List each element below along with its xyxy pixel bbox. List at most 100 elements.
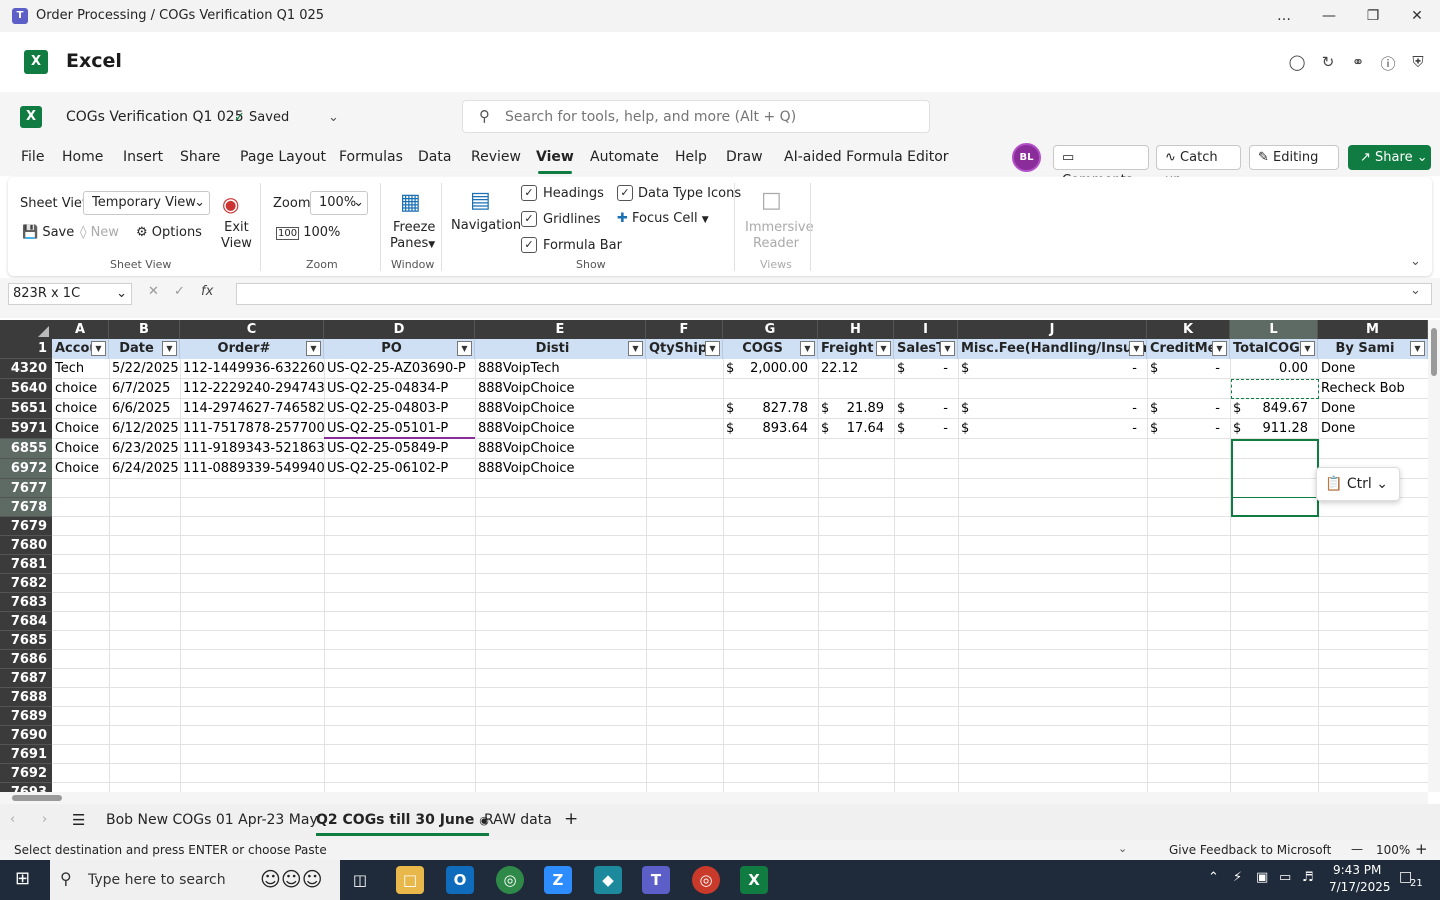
search-box[interactable]: ⚲ bbox=[462, 100, 930, 133]
immersive-reader-button[interactable]: Immersive bbox=[745, 220, 814, 235]
save-status[interactable]: ✓ Saved bbox=[234, 110, 289, 125]
cell-g[interactable] bbox=[723, 439, 818, 459]
cell-b[interactable]: 6/23/2025 bbox=[109, 439, 180, 459]
filter-dropdown-icon[interactable]: ▼ bbox=[1410, 341, 1425, 356]
cell-j[interactable] bbox=[958, 459, 1147, 479]
maximize-button[interactable]: ❐ bbox=[1357, 4, 1389, 28]
cell-m[interactable]: Done bbox=[1318, 419, 1428, 439]
row-header[interactable]: 7685 bbox=[0, 631, 52, 650]
tray-battery-icon[interactable]: ⚡ bbox=[1233, 870, 1242, 885]
zoom-in-button[interactable]: + bbox=[1415, 840, 1428, 858]
freeze-panes-button[interactable]: Freeze bbox=[393, 220, 435, 235]
cell-a[interactable]: Choice bbox=[52, 459, 109, 479]
cell-c[interactable]: 111-7517878-2577000 bbox=[180, 419, 324, 439]
info-icon[interactable]: ⓘ bbox=[1378, 53, 1398, 73]
filter-dropdown-icon[interactable]: ▼ bbox=[1300, 341, 1315, 356]
cell-a[interactable]: Choice bbox=[52, 419, 109, 439]
cell-c[interactable]: 114-2974627-7465829 bbox=[180, 399, 324, 419]
more-options-button[interactable]: … bbox=[1268, 4, 1300, 28]
freeze-panes-icon[interactable]: ▦ bbox=[400, 190, 421, 215]
gridlines-checkbox[interactable]: ✓ bbox=[521, 211, 537, 227]
column-header-l[interactable]: L bbox=[1230, 320, 1318, 339]
cell-a[interactable]: Choice bbox=[52, 439, 109, 459]
row-header[interactable]: 5640 bbox=[0, 379, 52, 399]
row-header[interactable]: 7677 bbox=[0, 479, 52, 498]
cell-i[interactable]: - bbox=[894, 419, 958, 439]
row-header[interactable]: 7691 bbox=[0, 745, 52, 764]
tab-automate[interactable]: Automate bbox=[590, 149, 659, 165]
column-header-j[interactable]: J bbox=[958, 320, 1147, 339]
row-header[interactable]: 7687 bbox=[0, 669, 52, 688]
chrome-profile-icon[interactable]: ◎ bbox=[692, 866, 720, 894]
row-header[interactable]: 7689 bbox=[0, 707, 52, 726]
link-icon[interactable]: ⚭ bbox=[1348, 53, 1368, 73]
row-header[interactable]: 1 bbox=[0, 339, 52, 359]
cell-l[interactable]: 911.28 bbox=[1230, 419, 1318, 439]
cell-c[interactable]: 112-1449936-6322606 bbox=[180, 359, 324, 379]
cell-f[interactable] bbox=[646, 399, 723, 419]
cell-e[interactable]: 888VoipTech bbox=[475, 359, 646, 379]
cell-h[interactable]: 22.12 bbox=[818, 359, 894, 379]
row-header[interactable]: 7684 bbox=[0, 612, 52, 631]
cell-l[interactable]: 0.00 bbox=[1230, 359, 1318, 379]
cell-h[interactable] bbox=[818, 379, 894, 399]
tab-draw[interactable]: Draw bbox=[726, 149, 763, 165]
formula-bar-checkbox[interactable]: ✓ bbox=[521, 237, 537, 253]
row-header[interactable]: 7680 bbox=[0, 536, 52, 555]
row-header[interactable]: 7690 bbox=[0, 726, 52, 745]
cell-c[interactable]: 111-0889339-5499409 bbox=[180, 459, 324, 479]
tab-formulas[interactable]: Formulas bbox=[339, 149, 403, 165]
cell-a[interactable]: choice bbox=[52, 399, 109, 419]
cell-d[interactable]: US-Q2-25-04834-P bbox=[324, 379, 475, 399]
share-button[interactable]: ↗ Share ⌄ bbox=[1348, 145, 1431, 170]
excel-taskbar-icon[interactable]: X bbox=[740, 866, 768, 894]
sheet-tab-bob-new-cogs[interactable]: Bob New COGs 01 Apr-23 May bbox=[106, 812, 318, 828]
sheet-tab-raw-data[interactable]: RAW data bbox=[484, 812, 552, 828]
vertical-scroll-thumb[interactable] bbox=[1431, 328, 1437, 376]
filter-dropdown-icon[interactable]: ▼ bbox=[876, 341, 891, 356]
cell-b[interactable]: 6/7/2025 bbox=[109, 379, 180, 399]
feedback-link[interactable]: Give Feedback to Microsoft bbox=[1169, 843, 1331, 857]
new-view-button[interactable]: ◊ New bbox=[80, 225, 119, 240]
row-header[interactable]: 5651 bbox=[0, 399, 52, 419]
ribbon-collapse-chevron-icon[interactable]: ⌄ bbox=[1410, 254, 1421, 269]
tab-review[interactable]: Review bbox=[471, 149, 521, 165]
sheet-view-dropdown[interactable]: Temporary View ⌄ bbox=[83, 191, 210, 215]
search-input[interactable] bbox=[505, 107, 915, 127]
cell-g[interactable]: 827.78 bbox=[723, 399, 818, 419]
avatar[interactable]: BL bbox=[1012, 143, 1041, 172]
formula-input[interactable] bbox=[236, 283, 1432, 305]
column-header-g[interactable]: G bbox=[723, 320, 818, 339]
tab-view[interactable]: View bbox=[536, 149, 574, 174]
select-all-corner[interactable] bbox=[0, 320, 52, 339]
insert-function-button[interactable]: fx bbox=[201, 284, 213, 299]
selected-range[interactable] bbox=[1231, 439, 1319, 517]
show-hidden-icons[interactable]: ⌃ bbox=[1208, 870, 1219, 885]
cell-d[interactable]: US-Q2-25-05101-P bbox=[324, 419, 475, 439]
name-box[interactable]: 823R x 1C ⌄ bbox=[8, 283, 132, 305]
volume-icon[interactable]: ♬ bbox=[1302, 870, 1314, 885]
windows-start-icon[interactable]: ⊞ bbox=[15, 868, 30, 889]
row-header[interactable]: 6972 bbox=[0, 459, 52, 479]
file-explorer-icon[interactable]: □ bbox=[396, 866, 424, 894]
column-header-d[interactable]: D bbox=[324, 320, 475, 339]
cell-i[interactable] bbox=[894, 439, 958, 459]
cell-b[interactable]: 5/22/2025 bbox=[109, 359, 180, 379]
immersive-reader-icon[interactable]: □ bbox=[761, 188, 782, 213]
app-diamond-icon[interactable]: ◆ bbox=[594, 866, 622, 894]
next-sheet-icon[interactable]: › bbox=[42, 812, 47, 827]
cell-k[interactable]: - bbox=[1147, 359, 1230, 379]
network-icon[interactable]: ▭ bbox=[1279, 870, 1291, 885]
filter-dropdown-icon[interactable]: ▼ bbox=[1212, 341, 1227, 356]
filter-dropdown-icon[interactable]: ▼ bbox=[800, 341, 815, 356]
exit-view-button[interactable]: Exit View bbox=[221, 220, 252, 252]
chat-icon[interactable]: ◯ bbox=[1287, 53, 1307, 73]
cell-f[interactable] bbox=[646, 379, 723, 399]
status-zoom-level[interactable]: 100% bbox=[1376, 843, 1410, 857]
filter-dropdown-icon[interactable]: ▼ bbox=[628, 341, 643, 356]
chevron-down-icon[interactable]: ⌄ bbox=[1118, 842, 1127, 855]
column-header-k[interactable]: K bbox=[1147, 320, 1230, 339]
cell-i[interactable] bbox=[894, 379, 958, 399]
cell-h[interactable] bbox=[818, 459, 894, 479]
cell-e[interactable]: 888VoipChoice bbox=[475, 419, 646, 439]
